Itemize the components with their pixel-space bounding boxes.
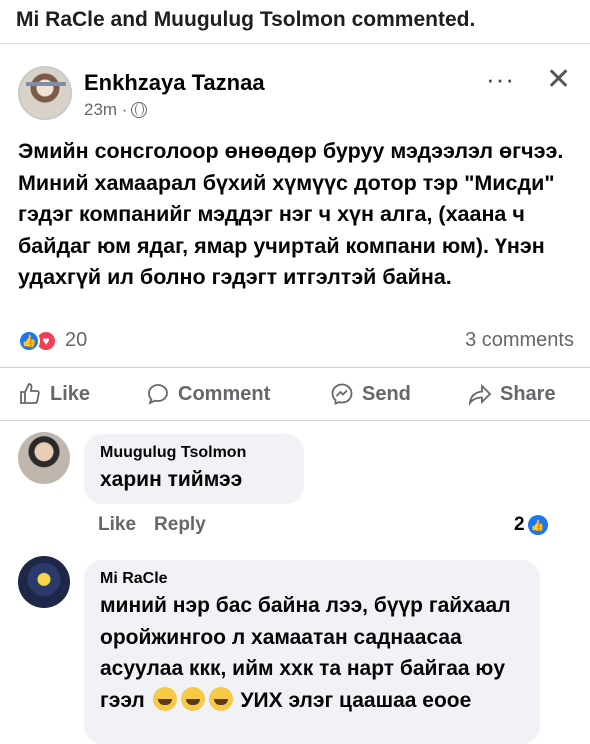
comments-count[interactable]: 3 comments: [465, 329, 574, 352]
comment-like-button[interactable]: Like: [98, 514, 136, 536]
post-meta: 23m ·: [84, 100, 148, 120]
like-label: Like: [50, 382, 91, 405]
post-stats: 👍 ♥ 20 3 comments: [18, 327, 574, 357]
notification-text: Mi RaCle and Muugulug Tsolmon commented.: [16, 8, 476, 31]
joy-emoji-icon: [180, 686, 205, 711]
joy-emoji-icon: [208, 686, 233, 711]
commenter-avatar[interactable]: [18, 556, 70, 608]
send-label: Send: [362, 382, 411, 405]
commenter-avatar[interactable]: [18, 432, 70, 484]
globe-icon: [131, 102, 148, 118]
comment-reply-button[interactable]: Reply: [154, 514, 206, 536]
share-arrow-icon: [468, 383, 492, 406]
notification-banner[interactable]: Mi RaCle and Muugulug Tsolmon commented.: [0, 0, 590, 44]
comment-bubble: Mi RaCle миний нэр бас байна лээ, бүүр г…: [84, 560, 540, 744]
comment-button[interactable]: Comment: [146, 382, 270, 406]
comment-reaction-count: 2: [514, 514, 525, 535]
comment-text: миний нэр бас байна лээ, бүүр гайхаал ор…: [100, 590, 524, 716]
comment-text-part: УИХ элэг цаашаа еоое: [240, 688, 472, 712]
messenger-icon: [331, 383, 353, 405]
comment-label: Comment: [178, 382, 271, 405]
comment-bubble: Muugulug Tsolmon харин тиймээ: [84, 434, 304, 504]
author-name[interactable]: Enkhzaya Taznaa: [84, 70, 265, 96]
close-button[interactable]: ✕: [546, 62, 571, 97]
commenter-name[interactable]: Mi RaCle: [100, 570, 524, 588]
post-header: Enkhzaya Taznaa 23m · ··· ✕: [0, 58, 590, 126]
comment-reaction-summary[interactable]: 2 👍: [514, 514, 548, 536]
more-options-button[interactable]: ···: [486, 64, 515, 95]
reactions-summary[interactable]: 👍 ♥ 20: [18, 329, 87, 352]
post-time[interactable]: 23m ·: [84, 100, 127, 120]
like-reaction-icon: 👍: [527, 515, 548, 535]
thumbs-up-icon: [20, 383, 40, 404]
author-avatar[interactable]: [18, 66, 72, 120]
like-button[interactable]: Like: [18, 382, 90, 406]
joy-emoji-icon: [152, 686, 177, 711]
share-label: Share: [500, 382, 556, 405]
commenter-name[interactable]: Muugulug Tsolmon: [100, 444, 288, 462]
reactions-count: 20: [65, 329, 88, 351]
comment-icon: [148, 384, 168, 405]
like-reaction-icon: 👍: [18, 329, 40, 352]
send-button[interactable]: Send: [330, 382, 411, 406]
post-actions-bar: Like Comment Send Share: [0, 367, 590, 421]
post-text: Эмийн сонсголоор өнөөдөр буруу мэдээлэл …: [18, 139, 564, 289]
comment-text: харин тиймээ: [100, 468, 243, 491]
comment-actions: Like Reply: [98, 514, 206, 536]
share-button[interactable]: Share: [468, 382, 556, 406]
